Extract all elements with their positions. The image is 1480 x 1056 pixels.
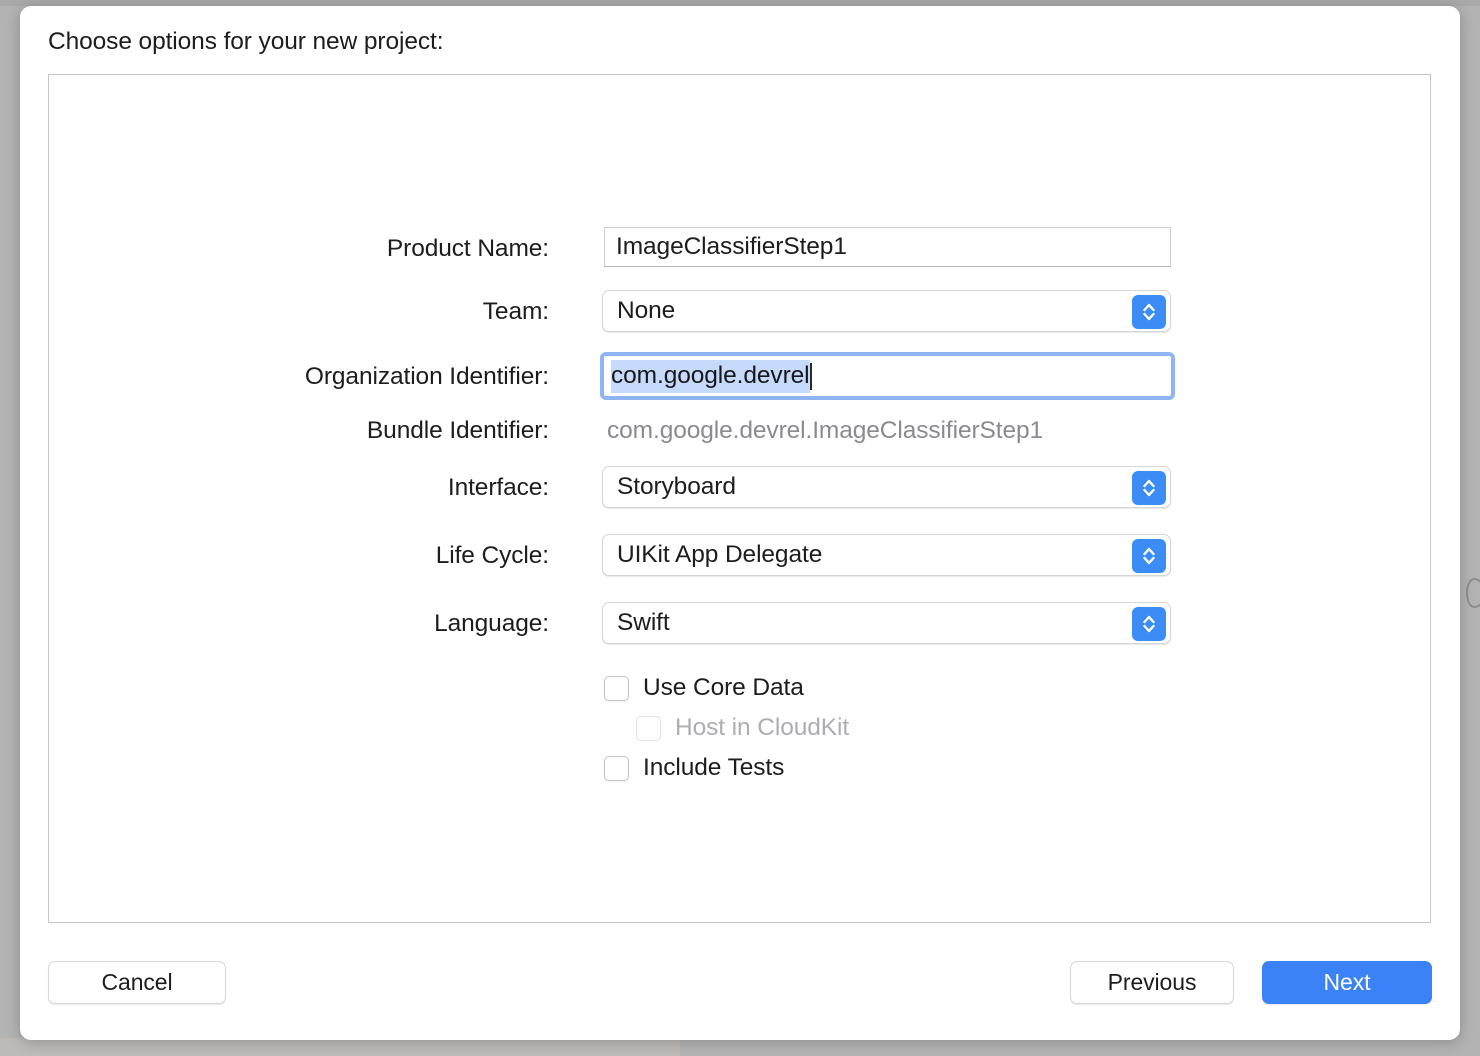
language-select[interactable]: Swift [602,602,1171,644]
label-interface: Interface: [447,474,549,501]
organization-identifier-input-inner[interactable]: com.google.devrel [604,356,1171,396]
product-name-input[interactable] [604,227,1171,267]
label-bundle-identifier: Bundle Identifier: [366,417,549,444]
checkbox-indicator[interactable] [604,755,629,781]
previous-button[interactable]: Previous [1070,961,1234,1004]
language-select-value: Swift [617,609,670,636]
chevron-up-down-icon[interactable] [1132,471,1166,505]
options-panel: Product Name: Team: None Organization Id… [48,74,1431,923]
next-button-label: Next [1323,969,1371,995]
chevron-up-down-icon[interactable] [1132,607,1166,641]
bundle-identifier-value: com.google.devrel.ImageClassifierStep1 [607,417,1044,444]
checkbox-label: Include Tests [643,754,785,781]
checkbox-label: Host in CloudKit [675,714,850,741]
checkbox-host-in-cloudkit: Host in CloudKit [636,714,849,742]
chevron-up-down-icon[interactable] [1132,539,1166,573]
chevron-up-down-icon[interactable] [1132,295,1166,329]
text-caret [809,362,812,390]
life-cycle-select[interactable]: UIKit App Delegate [602,534,1171,576]
label-life-cycle: Life Cycle: [435,542,549,569]
previous-button-label: Previous [1107,969,1197,995]
backdrop-lower-strip [0,1038,680,1056]
cancel-button[interactable]: Cancel [48,961,226,1004]
organization-identifier-input[interactable]: com.google.devrel [600,352,1175,400]
label-language: Language: [434,610,549,637]
new-project-options-dialog: Choose options for your new project: Pro… [20,6,1460,1040]
organization-identifier-selected-text: com.google.devrel [611,359,810,393]
next-button[interactable]: Next [1262,961,1432,1004]
label-team: Team: [482,298,549,325]
checkbox-indicator [636,715,661,741]
team-select[interactable]: None [602,290,1171,332]
checkbox-label: Use Core Data [643,674,804,701]
interface-select-value: Storyboard [617,473,736,500]
checkbox-use-core-data[interactable]: Use Core Data [604,674,804,702]
page-title: Choose options for your new project: [48,28,444,55]
checkbox-indicator[interactable] [604,675,629,701]
label-organization-identifier: Organization Identifier: [304,363,549,390]
checkbox-include-tests[interactable]: Include Tests [604,754,784,782]
background-window-glyph [1466,578,1480,608]
cancel-button-label: Cancel [101,969,173,995]
team-select-value: None [617,297,676,324]
label-product-name: Product Name: [386,235,549,262]
life-cycle-select-value: UIKit App Delegate [617,541,823,568]
interface-select[interactable]: Storyboard [602,466,1171,508]
